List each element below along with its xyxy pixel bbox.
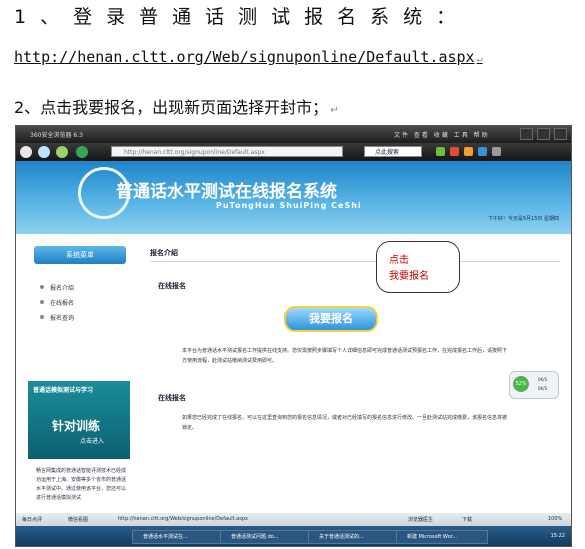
plugin-icon[interactable] [492, 147, 501, 156]
status-daily-review[interactable]: 每日点评 [22, 516, 42, 523]
signup-button[interactable]: 我要报名 [284, 306, 378, 332]
browser-statusbar: 每日点评 微信看图 http://henan.cltt.org/Web/sign… [16, 513, 571, 526]
toolbar-plugins[interactable] [436, 147, 501, 156]
taskbar: 普通话水平测试在... 普通话测试问题.do... 关于普通话测试的... 新建… [16, 526, 571, 546]
menu-item-intro[interactable]: 报名介绍 [39, 283, 74, 292]
refresh-icon[interactable] [38, 146, 50, 158]
menu-item-query[interactable]: 报名查询 [39, 313, 74, 322]
plugin-icon[interactable] [450, 147, 459, 156]
online-signup-heading-2: 在线报名 [158, 394, 186, 402]
taskbar-task[interactable]: 新建 Microsoft Wor... [396, 530, 488, 544]
instruction-step-2: 2、点击我要报名，出现新页面选择开封市； ↵ [14, 94, 339, 118]
signup-paragraph: 如果您已经完成了在线报名，可以在这里查询到您的报名信息情况，或者对已经填写的报名… [182, 415, 508, 431]
close-icon[interactable] [554, 128, 567, 140]
plugin-icon[interactable] [464, 147, 473, 156]
address-bar[interactable]: http://henan.cltt.org/signuponline/Defau… [111, 146, 343, 157]
back-icon[interactable] [20, 146, 32, 158]
taskbar-task[interactable]: 普通话水平测试在... [132, 530, 224, 544]
status-doctor[interactable]: 浏览器医生 [408, 516, 433, 523]
paragraph-mark-icon: ↵ [330, 105, 339, 116]
plugin-icon[interactable] [436, 147, 445, 156]
step-1-text: 1、登录普通话测试报名系统： [14, 6, 470, 28]
promo-enter-link[interactable]: 点击进入 [80, 436, 104, 445]
system-menu-header: 系统菜单 [34, 246, 126, 264]
greeting-text: 下午好！今天是5月15日 星期四 [487, 216, 559, 222]
divider [150, 261, 560, 262]
system-title: 普通话水平测试在线报名系统 [116, 182, 337, 202]
sidebar: 系统菜单 报名介绍 在线报名 报名查询 普通话模拟测试与学习 针对训练 点击进入… [24, 241, 136, 541]
speed-down: 0K/S [538, 386, 548, 391]
taskbar-clock: 15:22 [550, 533, 565, 539]
speed-up: 0K/S [538, 377, 548, 382]
callout-line-1: 点击 [389, 255, 409, 266]
maximize-icon[interactable] [537, 128, 550, 140]
site-banner: 普通话水平测试在线报名系统 PuTongHua ShuiPing CeShi 下… [16, 161, 571, 234]
embedded-browser-screenshot: 360安全浏览器 6.3 文件 查看 收藏 工具 帮助 http://henan… [15, 125, 572, 547]
taskbar-task[interactable]: 关于普通话测试的... [308, 530, 400, 544]
intro-paragraph: 本平台为普通话水平测试报名工作提供在线支持。您仅需按照步骤填写个人详细信息即可完… [182, 348, 508, 364]
instruction-step-1: 1、登录普通话测试报名系统： [14, 2, 469, 29]
promo-banner[interactable]: 普通话模拟测试与学习 针对训练 点击进入 [28, 381, 130, 459]
promo-headline: 针对训练 [52, 419, 101, 433]
browser-toolbar: http://henan.cltt.org/signuponline/Defau… [16, 143, 571, 161]
callout-line-2: 我要报名 [389, 271, 429, 282]
section-title: 报名介绍 [150, 249, 178, 257]
taskbar-task[interactable]: 普通话测试问题.do... [220, 530, 312, 544]
online-signup-heading: 在线报名 [158, 282, 186, 290]
paragraph-mark-icon: ↵ [476, 54, 483, 65]
speed-percent: 52% [513, 376, 529, 392]
main-content: 报名介绍 在线报名 我要报名 本平台为普通话水平测试报名工作提供在线支持。您仅需… [140, 241, 568, 541]
sidebar-description: 畅言网集成的普通话智能评测技术已经成功运用于上海、安徽等多个省市的普通话水平测试… [36, 468, 127, 501]
speed-widget: 52% 0K/S 0K/S [509, 371, 559, 399]
search-input[interactable]: 点此搜索 [364, 146, 422, 157]
signup-url-link[interactable]: http://henan.cltt.org/Web/signuponline/D… [14, 48, 483, 66]
callout-annotation: 点击 我要报名 [376, 241, 460, 293]
plugin-icon[interactable] [478, 147, 487, 156]
url-text: http://henan.cltt.org/Web/signuponline/D… [14, 48, 475, 66]
system-pinyin: PuTongHua ShuiPing CeShi [216, 201, 362, 210]
step-2-text: 2、点击我要报名，出现新页面选择开封市； [14, 98, 329, 117]
minimize-icon[interactable] [520, 128, 533, 140]
browser-menu[interactable]: 文件 查看 收藏 工具 帮助 [394, 130, 490, 139]
status-url: http://henan.cltt.org/Web/signuponline/D… [118, 516, 248, 522]
security-icon [76, 146, 88, 158]
window-controls[interactable] [520, 128, 567, 140]
home-icon[interactable] [56, 146, 68, 158]
promo-title: 普通话模拟测试与学习 [33, 387, 94, 394]
status-download[interactable]: 下载 [462, 516, 472, 523]
status-zoom[interactable]: 100% [548, 516, 562, 522]
browser-titlebar: 360安全浏览器 6.3 文件 查看 收藏 工具 帮助 [16, 126, 571, 143]
browser-title: 360安全浏览器 6.3 [30, 132, 83, 139]
status-wechat[interactable]: 微信看图 [68, 516, 88, 523]
menu-item-online-signup[interactable]: 在线报名 [39, 298, 74, 307]
